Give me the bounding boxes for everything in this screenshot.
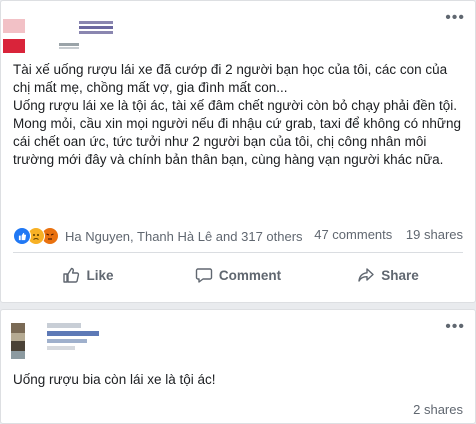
post-stats: Ha Nguyen, Thanh Hà Lê and 317 others 47… [13, 227, 463, 247]
author-name-redacted[interactable] [47, 323, 107, 357]
comment-label: Comment [218, 267, 282, 283]
post-body: Tài xế uống rượu lái xe đã cướp đi 2 ngư… [13, 61, 463, 169]
comment-icon [195, 268, 213, 283]
reaction-names[interactable]: Ha Nguyen, Thanh Hà Lê and 317 others [65, 229, 303, 244]
more-options-icon[interactable]: ••• [445, 318, 465, 336]
comment-count[interactable]: 47 comments [314, 227, 392, 242]
divider [13, 252, 463, 253]
engagement-counts: 47 comments 19 shares [304, 227, 463, 242]
like-reaction-icon [13, 227, 31, 245]
share-count[interactable]: 19 shares [406, 227, 463, 242]
share-label: Share [381, 267, 419, 283]
post-card-1: ••• Tài xế uống rượu lái xe đã cướp đi 2… [0, 0, 476, 303]
avatar[interactable] [11, 323, 25, 359]
share-button[interactable]: Share [313, 259, 463, 291]
post-card-2: ••• Uống rượu bia còn lái xe là tội ác! … [0, 309, 476, 424]
more-options-icon[interactable]: ••• [445, 9, 465, 27]
like-button[interactable]: Like [13, 259, 163, 291]
post-paragraph: Tài xế uống rượu lái xe đã cướp đi 2 ngư… [13, 62, 448, 95]
action-bar: Like Comment Share [13, 259, 463, 291]
post-paragraph: Uống rượu lái xe là tội ác, tài xế đâm c… [13, 98, 458, 113]
author-name-redacted[interactable] [79, 21, 113, 35]
avatar[interactable] [3, 19, 25, 53]
post-meta-redacted [59, 43, 79, 49]
like-label: Like [86, 267, 114, 283]
comment-button[interactable]: Comment [163, 259, 313, 291]
share-count[interactable]: 2 shares [413, 402, 463, 417]
thumbs-up-icon [63, 267, 80, 283]
share-arrow-icon [358, 268, 374, 282]
post-body: Uống rượu bia còn lái xe là tội ác! [13, 372, 216, 387]
post-paragraph: Mong mỏi, cầu xin mọi người nếu đi nhậu … [13, 116, 461, 167]
reactions-summary[interactable]: Ha Nguyen, Thanh Hà Lê and 317 others [13, 227, 303, 245]
